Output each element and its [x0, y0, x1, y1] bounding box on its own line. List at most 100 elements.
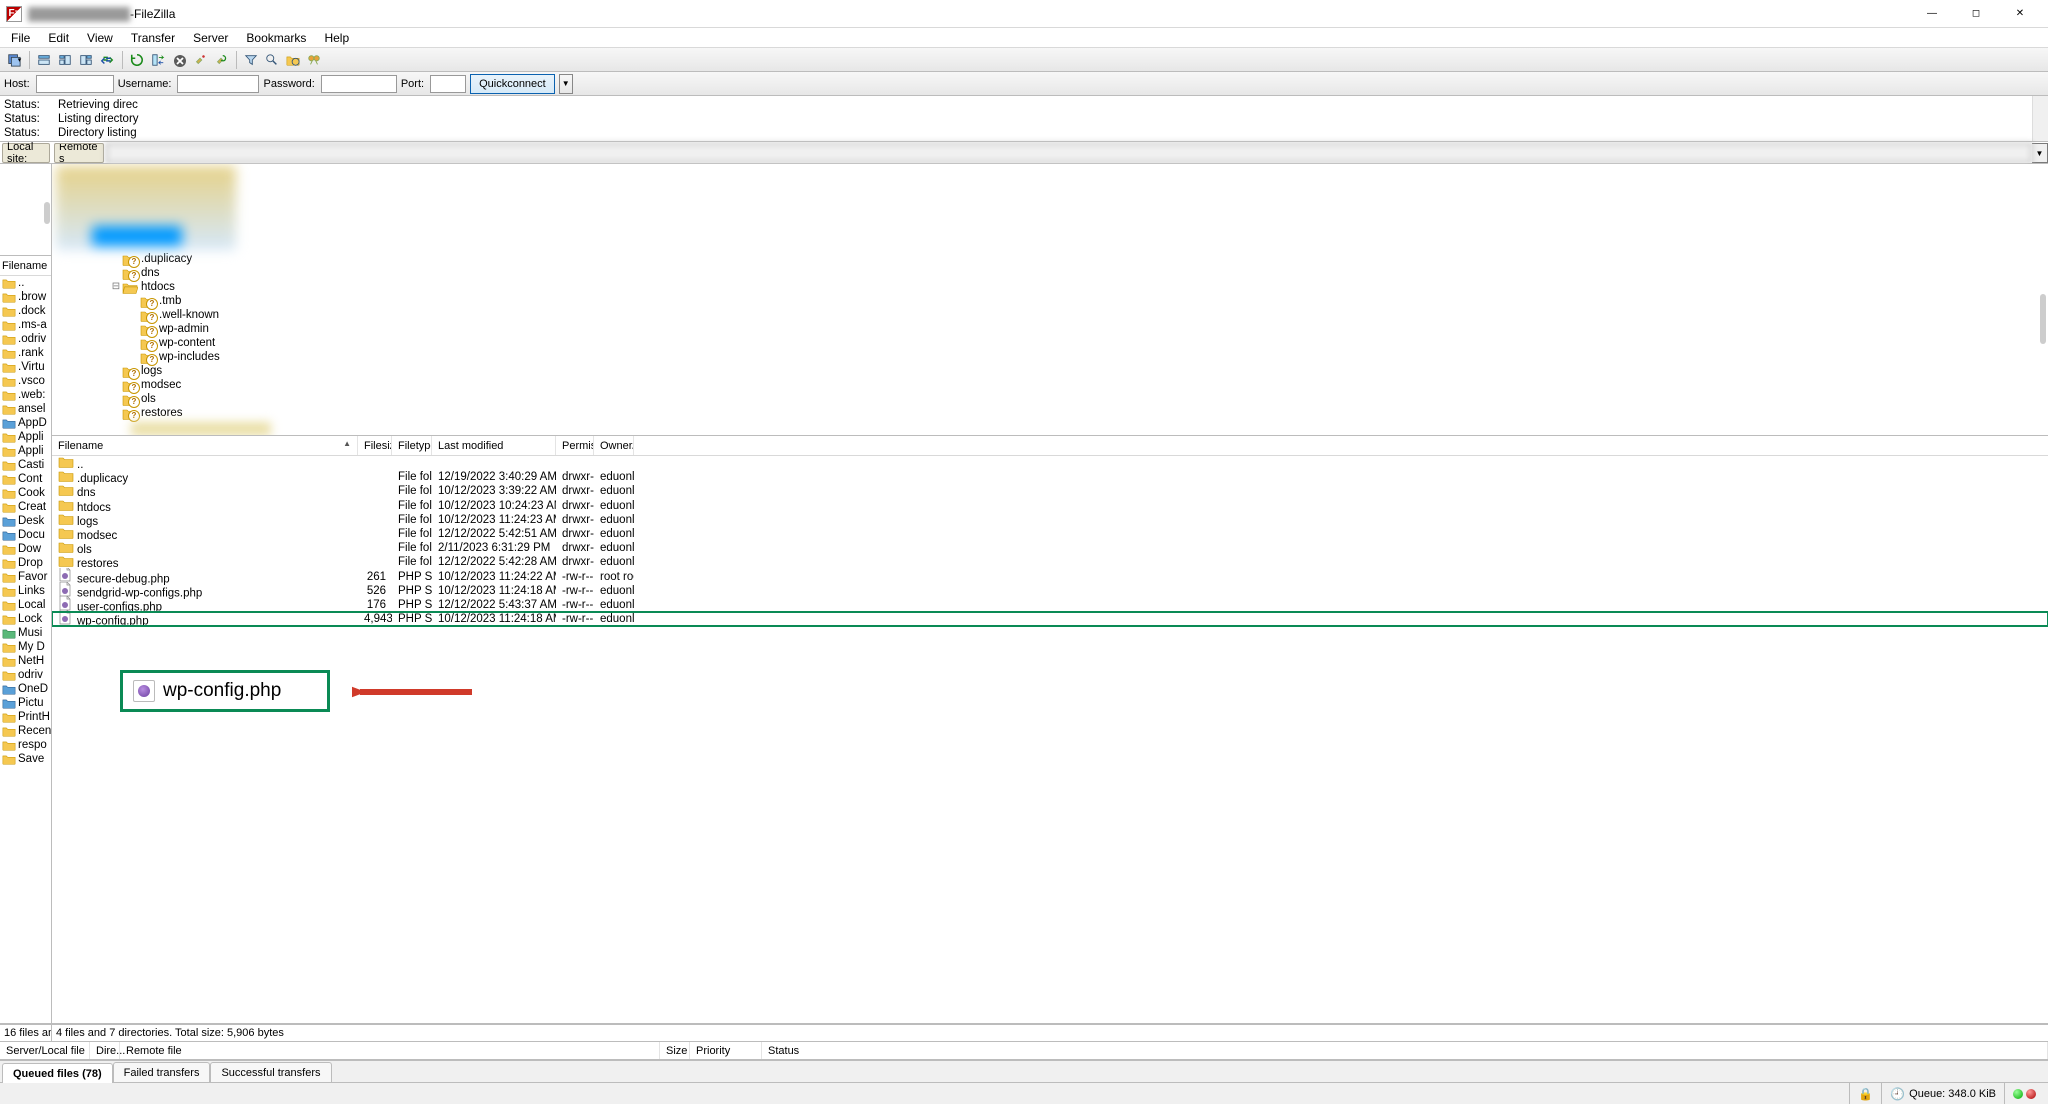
col-header-owner[interactable]: Owner/...	[594, 436, 634, 455]
table-row[interactable]: dnsFile fol...10/12/2023 3:39:22 AMdrwxr…	[52, 484, 2048, 498]
cancel-button[interactable]	[169, 50, 189, 70]
log-scrollbar[interactable]	[2032, 96, 2048, 141]
remote-list-header[interactable]: Filename ▲ Filesize Filetype Last modifi…	[52, 436, 2048, 456]
list-item[interactable]: Dow	[0, 542, 51, 556]
host-input[interactable]	[36, 75, 114, 93]
compare-button[interactable]	[262, 50, 282, 70]
table-row[interactable]: wp-config.php4,943PHP S...10/12/2023 11:…	[52, 612, 2048, 626]
list-item[interactable]: .web:	[0, 388, 51, 402]
table-row[interactable]: modsecFile fol...12/12/2022 5:42:51 AMdr…	[52, 527, 2048, 541]
col-header-filename[interactable]: Filename ▲	[52, 436, 358, 455]
tree-node[interactable]: ⊟htdocs	[56, 280, 2044, 294]
list-item[interactable]: respo	[0, 738, 51, 752]
local-file-list[interactable]: Filename ...brow.dock.ms-a.odriv.rank.Vi…	[0, 256, 51, 1023]
menu-file[interactable]: File	[2, 29, 39, 47]
list-item[interactable]: Desk	[0, 514, 51, 528]
list-item[interactable]: Cont	[0, 472, 51, 486]
toggle-log-button[interactable]	[34, 50, 54, 70]
toggle-queue-button[interactable]	[97, 50, 117, 70]
refresh-button[interactable]	[127, 50, 147, 70]
list-item[interactable]: .odriv	[0, 332, 51, 346]
remote-tree-scrollbar[interactable]	[2040, 294, 2046, 344]
search-button[interactable]	[304, 50, 324, 70]
list-item[interactable]: Lock	[0, 612, 51, 626]
list-item[interactable]: Recen	[0, 724, 51, 738]
list-item[interactable]: Drop	[0, 556, 51, 570]
list-item[interactable]: Pictu	[0, 696, 51, 710]
table-row[interactable]: htdocsFile fol...10/12/2023 10:24:23 AMd…	[52, 499, 2048, 513]
list-item[interactable]: odriv	[0, 668, 51, 682]
list-item[interactable]: PrintH	[0, 710, 51, 724]
tree-node[interactable]: .well-known	[56, 308, 2044, 322]
statusbar-lock[interactable]: 🔒	[1849, 1083, 1881, 1104]
quickconnect-dropdown[interactable]: ▼	[559, 74, 573, 94]
queue-col-size[interactable]: Size	[660, 1042, 690, 1059]
tree-node[interactable]: ols	[56, 392, 2044, 406]
menu-transfer[interactable]: Transfer	[122, 29, 184, 47]
port-input[interactable]	[430, 75, 466, 93]
list-item[interactable]: My D	[0, 640, 51, 654]
disconnect-button[interactable]	[190, 50, 210, 70]
menu-bookmarks[interactable]: Bookmarks	[237, 29, 315, 47]
local-tree-scrollbar[interactable]	[44, 202, 50, 224]
col-header-modified[interactable]: Last modified	[432, 436, 556, 455]
list-item[interactable]: .brow	[0, 290, 51, 304]
list-item[interactable]: Favor	[0, 570, 51, 584]
tree-node[interactable]: .duplicacy	[56, 252, 2044, 266]
list-item[interactable]: Appli	[0, 430, 51, 444]
menu-server[interactable]: Server	[184, 29, 237, 47]
col-header-filetype[interactable]: Filetype	[392, 436, 432, 455]
local-list-header-filename[interactable]: Filename	[0, 256, 51, 276]
list-item[interactable]: Casti	[0, 458, 51, 472]
tree-node[interactable]: logs	[56, 364, 2044, 378]
remote-path-input[interactable]	[106, 143, 2032, 163]
toggle-local-tree-button[interactable]	[55, 50, 75, 70]
tree-node[interactable]: .tmb	[56, 294, 2044, 308]
list-item[interactable]: .rank	[0, 346, 51, 360]
remote-file-list[interactable]: Filename ▲ Filesize Filetype Last modifi…	[52, 436, 2048, 1023]
list-item[interactable]: OneD	[0, 682, 51, 696]
menu-help[interactable]: Help	[315, 29, 358, 47]
queue-tab[interactable]: Successful transfers	[210, 1062, 331, 1082]
table-row[interactable]: ..	[52, 456, 2048, 470]
statusbar-queue[interactable]: 🕘Queue: 348.0 KiB	[1881, 1083, 2004, 1104]
tree-node[interactable]: modsec	[56, 378, 2044, 392]
list-item[interactable]: Links	[0, 584, 51, 598]
tree-node[interactable]: wp-content	[56, 336, 2044, 350]
queue-header[interactable]: Server/Local file Dire... Remote file Si…	[0, 1042, 2048, 1060]
list-item[interactable]: ansel	[0, 402, 51, 416]
list-item[interactable]: NetH	[0, 654, 51, 668]
list-item[interactable]: .Virtu	[0, 360, 51, 374]
col-header-permissions[interactable]: Permis...	[556, 436, 594, 455]
list-item[interactable]: ..	[0, 276, 51, 290]
table-row[interactable]: logsFile fol...10/12/2023 11:24:23 AMdrw…	[52, 513, 2048, 527]
tree-node[interactable]: dns	[56, 266, 2044, 280]
list-item[interactable]: Local	[0, 598, 51, 612]
queue-col-priority[interactable]: Priority	[690, 1042, 762, 1059]
remote-path-dropdown[interactable]: ▼	[2032, 143, 2048, 163]
filter-button[interactable]	[241, 50, 261, 70]
menu-view[interactable]: View	[78, 29, 122, 47]
list-item[interactable]: Save	[0, 752, 51, 766]
tree-expando[interactable]: ⊟	[110, 280, 122, 294]
list-item[interactable]: Creat	[0, 500, 51, 514]
menu-edit[interactable]: Edit	[39, 29, 78, 47]
queue-col-status[interactable]: Status	[762, 1042, 2048, 1059]
list-item[interactable]: .vsco	[0, 374, 51, 388]
list-item[interactable]: Docu	[0, 528, 51, 542]
queue-tab[interactable]: Queued files (78)	[2, 1063, 113, 1083]
queue-col-remote[interactable]: Remote file	[120, 1042, 660, 1059]
process-queue-button[interactable]	[148, 50, 168, 70]
maximize-button[interactable]: ◻	[1954, 0, 1998, 28]
tree-node[interactable]: wp-includes	[56, 350, 2044, 364]
queue-tab[interactable]: Failed transfers	[113, 1062, 211, 1082]
toggle-remote-tree-button[interactable]	[76, 50, 96, 70]
col-header-filesize[interactable]: Filesize	[358, 436, 392, 455]
local-tree[interactable]	[0, 164, 51, 256]
remote-tree[interactable]: .duplicacydns⊟htdocs.tmb.well-knownwp-ad…	[52, 164, 2048, 436]
list-item[interactable]: Cook	[0, 486, 51, 500]
site-manager-button[interactable]: ▾	[4, 50, 24, 70]
sync-browse-button[interactable]	[283, 50, 303, 70]
password-input[interactable]	[321, 75, 397, 93]
reconnect-button[interactable]	[211, 50, 231, 70]
